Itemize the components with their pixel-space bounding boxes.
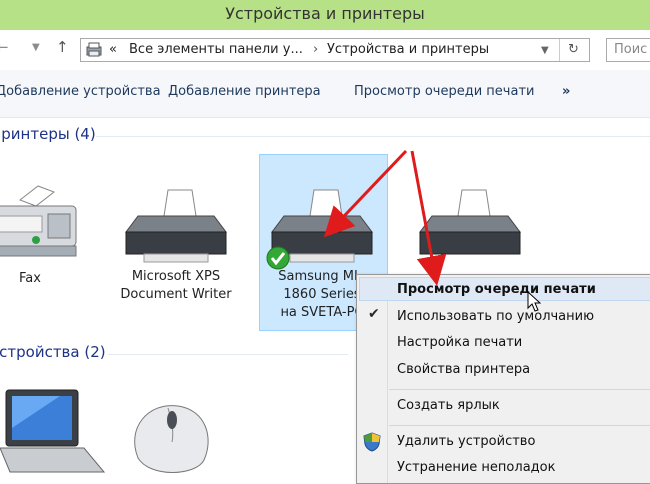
annotation-arrow [323, 149, 408, 238]
annotation-arrow [410, 150, 447, 286]
annotation-arrows [323, 149, 447, 286]
